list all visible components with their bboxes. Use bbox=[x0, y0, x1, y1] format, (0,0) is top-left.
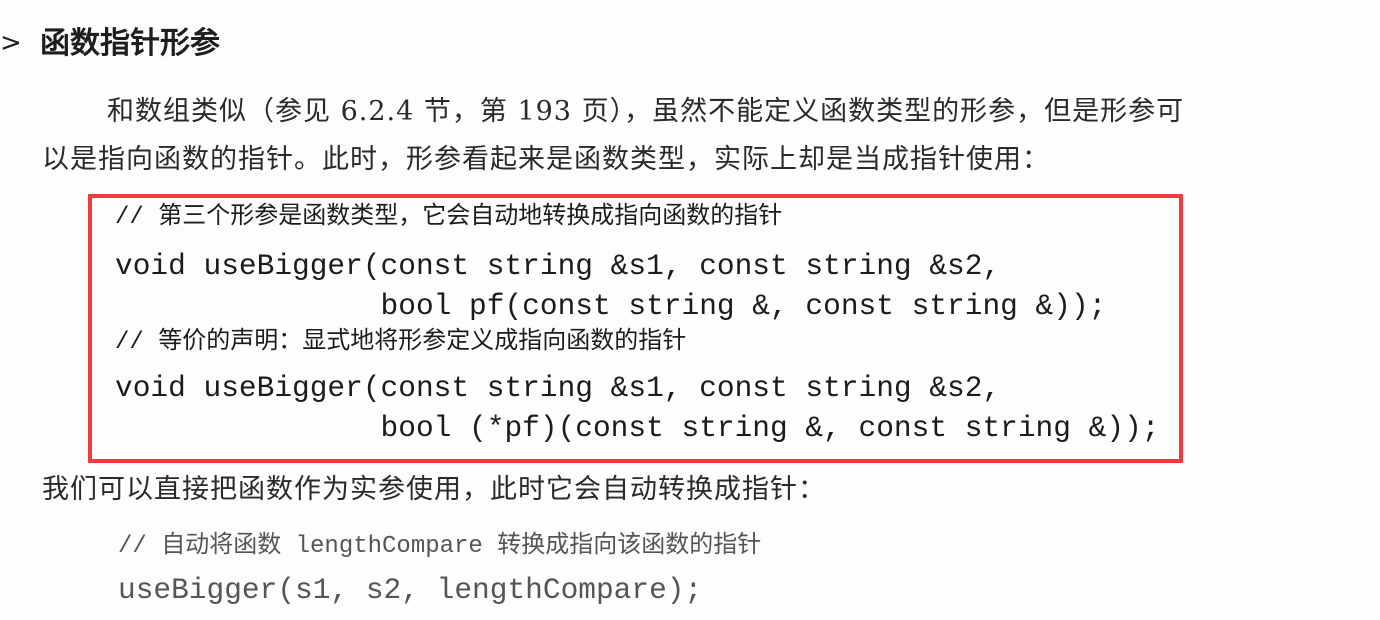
code-comment: // 第三个形参是函数类型，它会自动地转换成指向函数的指针 bbox=[115, 204, 783, 231]
code-line: useBigger(s1, s2, lengthCompare); bbox=[118, 573, 703, 607]
code-comment: // 等价的声明：显式地将形参定义成指向函数的指针 bbox=[115, 329, 687, 356]
code-line: bool (*pf)(const string &, const string … bbox=[115, 411, 1160, 445]
paragraph-line: 我们可以直接把函数作为实参使用，此时它会自动转换成指针： bbox=[42, 474, 826, 505]
paragraph-line: 和数组类似（参见 6.2.4 节，第 193 页），虽然不能定义函数类型的形参，… bbox=[107, 96, 1185, 127]
code-line: void useBigger(const string &s1, const s… bbox=[115, 249, 1001, 283]
section-title: 函数指针形参 bbox=[40, 26, 220, 61]
code-comment: // 自动将函数 lengthCompare 转换成指向该函数的指针 bbox=[118, 533, 762, 560]
code-line: void useBigger(const string &s1, const s… bbox=[115, 371, 1001, 405]
paragraph-line: 以是指向函数的指针。此时，形参看起来是函数类型，实际上却是当成指针使用： bbox=[42, 144, 1050, 175]
section-marker: > bbox=[0, 28, 22, 58]
code-line: bool pf(const string &, const string &))… bbox=[115, 289, 1107, 323]
